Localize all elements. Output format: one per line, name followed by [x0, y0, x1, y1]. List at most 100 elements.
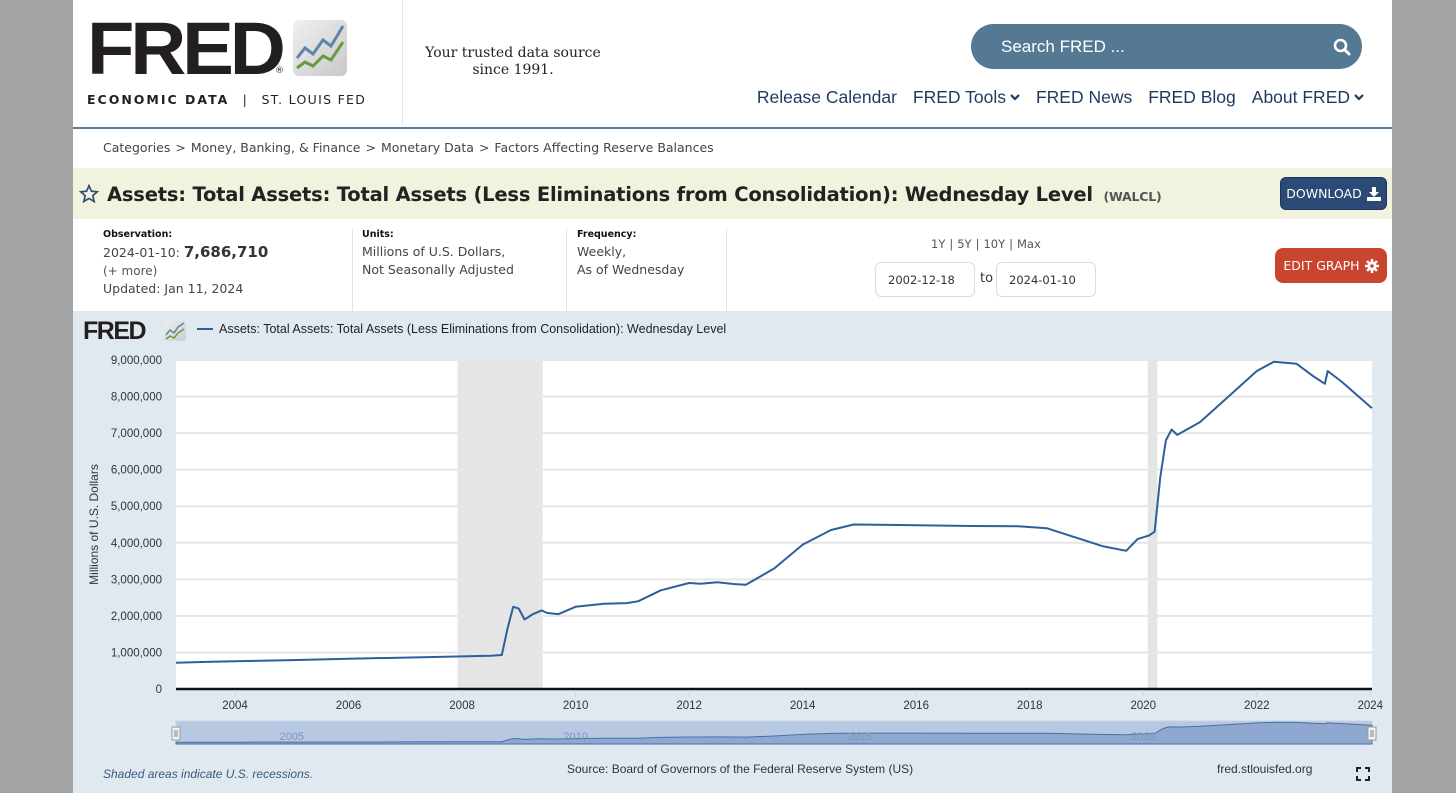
- y-tick-label: 2,000,000: [111, 611, 162, 623]
- start-date-input[interactable]: 2002-12-18: [875, 262, 975, 297]
- frequency-line2: As of Wednesday: [577, 262, 685, 277]
- nav-release-calendar[interactable]: Release Calendar: [757, 87, 897, 108]
- download-label: DOWNLOAD: [1286, 186, 1362, 201]
- page: FRED ® ECONOMIC DATA | ST. LOUIS FED You…: [73, 0, 1392, 793]
- main-nav: Release Calendar FRED Tools FRED News FR…: [757, 87, 1364, 108]
- x-tick-label: 2008: [449, 700, 475, 712]
- chart-site-link[interactable]: fred.stlouisfed.org: [1217, 762, 1312, 776]
- observation-label: Observation:: [103, 229, 173, 240]
- navigator-label: 2010: [563, 731, 587, 743]
- units-line1: Millions of U.S. Dollars,: [362, 244, 506, 259]
- observation-block: Observation: 2024-01-10: 7,686,710 (+ mo…: [103, 229, 353, 311]
- y-axis-title: Millions of U.S. Dollars: [87, 464, 101, 585]
- x-tick-label: 2018: [1017, 700, 1043, 712]
- observation-date: 2024-01-10:: [103, 245, 180, 260]
- frequency-line1: Weekly,: [577, 244, 627, 259]
- breadcrumb: Categories > Money, Banking, & Finance >…: [103, 140, 714, 155]
- x-tick-label: 2020: [1130, 700, 1156, 712]
- nav-fred-blog[interactable]: FRED Blog: [1148, 87, 1236, 108]
- nav-about-fred[interactable]: About FRED: [1252, 87, 1364, 108]
- chevron-down-icon: [1010, 94, 1020, 101]
- range-separator: |: [975, 237, 980, 251]
- breadcrumb-separator: >: [365, 140, 376, 155]
- series-meta: Observation: 2024-01-10: 7,686,710 (+ mo…: [73, 219, 1392, 311]
- range-5y[interactable]: 5Y: [957, 237, 971, 251]
- more-observations-link[interactable]: (+ more): [103, 262, 352, 280]
- page-title: Assets: Total Assets: Total Assets (Less…: [107, 183, 1162, 206]
- y-tick-label: 4,000,000: [111, 538, 162, 550]
- header-divider: [402, 0, 403, 125]
- search-icon[interactable]: [1322, 24, 1362, 69]
- breadcrumb-money-banking[interactable]: Money, Banking, & Finance: [191, 140, 361, 155]
- nav-fred-news[interactable]: FRED News: [1036, 87, 1132, 108]
- navigator-handle-right[interactable]: [1367, 726, 1377, 741]
- y-tick-label: 7,000,000: [111, 428, 162, 440]
- units-label: Units:: [362, 229, 394, 240]
- y-tick-label: 1,000,000: [111, 647, 162, 659]
- observation-line: 2024-01-10: 7,686,710: [103, 243, 352, 262]
- logo-wordmark: FRED: [87, 7, 286, 90]
- breadcrumb-factors-reserve[interactable]: Factors Affecting Reserve Balances: [494, 140, 713, 155]
- fullscreen-icon[interactable]: [1356, 767, 1370, 781]
- logo-subtitle: ECONOMIC DATA | ST. LOUIS FED: [87, 92, 366, 107]
- nav-fred-tools[interactable]: FRED Tools: [913, 87, 1020, 108]
- navigator-label: 2005: [280, 731, 304, 743]
- breadcrumb-monetary-data[interactable]: Monetary Data: [381, 140, 474, 155]
- series-title-bar: Assets: Total Assets: Total Assets (Less…: [73, 168, 1392, 219]
- star-icon[interactable]: [79, 184, 99, 204]
- navigator-label: 2020: [1131, 731, 1155, 743]
- chevron-down-icon: [1354, 94, 1364, 101]
- logo-sub-separator: |: [242, 92, 249, 107]
- range-separator: |: [949, 237, 954, 251]
- end-date-input[interactable]: 2024-01-10: [996, 262, 1096, 297]
- x-tick-label: 2024: [1358, 700, 1384, 712]
- plot-background: [176, 360, 1372, 689]
- fred-logo[interactable]: FRED ® ECONOMIC DATA | ST. LOUIS FED: [87, 7, 387, 114]
- recession-band: [457, 360, 543, 689]
- range-max[interactable]: Max: [1017, 237, 1041, 251]
- y-tick-label: 9,000,000: [111, 355, 162, 367]
- y-tick-label: 0: [156, 684, 162, 696]
- x-tick-label: 2022: [1244, 700, 1270, 712]
- range-selector: 1Y | 5Y | 10Y | Max: [931, 237, 1041, 251]
- edit-graph-button[interactable]: EDIT GRAPH: [1275, 248, 1387, 283]
- tagline: Your trusted data source since 1991.: [413, 45, 613, 79]
- y-tick-label: 6,000,000: [111, 465, 162, 477]
- nav-label: FRED News: [1035, 87, 1133, 107]
- logo-chart-icon: [293, 20, 347, 76]
- y-tick-label: 5,000,000: [111, 501, 162, 513]
- range-1y[interactable]: 1Y: [931, 237, 945, 251]
- chart-source: Source: Board of Governors of the Federa…: [567, 762, 914, 776]
- download-icon: [1366, 186, 1381, 201]
- navigator-handle-left[interactable]: [171, 726, 181, 741]
- x-tick-label: 2004: [222, 700, 248, 712]
- nav-label: FRED Blog: [1148, 87, 1236, 107]
- x-tick-label: 2016: [903, 700, 929, 712]
- y-tick-label: 8,000,000: [111, 392, 162, 404]
- series-id: (WALCL): [1103, 189, 1162, 204]
- edit-graph-label: EDIT GRAPH: [1283, 258, 1360, 273]
- breadcrumb-categories[interactable]: Categories: [103, 140, 170, 155]
- range-10y[interactable]: 10Y: [983, 237, 1005, 251]
- tagline-line2: since 1991.: [472, 62, 554, 78]
- observation-value: 7,686,710: [183, 243, 269, 261]
- y-tick-label: 3,000,000: [111, 574, 162, 586]
- nav-label: About FRED: [1251, 87, 1350, 107]
- breadcrumb-separator: >: [478, 140, 490, 155]
- breadcrumb-separator: >: [175, 140, 186, 155]
- frequency-label: Frequency:: [577, 229, 637, 240]
- x-tick-label: 2014: [790, 700, 816, 712]
- download-button[interactable]: DOWNLOAD: [1280, 177, 1387, 210]
- x-tick-label: 2006: [336, 700, 362, 712]
- to-label: to: [980, 271, 994, 286]
- logo-registered-mark: ®: [275, 66, 284, 76]
- range-separator: |: [1009, 237, 1013, 251]
- search-placeholder: Search FRED ...: [1001, 36, 1125, 56]
- units-line2: Not Seasonally Adjusted: [362, 262, 514, 277]
- search-input[interactable]: Search FRED ...: [971, 24, 1362, 69]
- tagline-line1: Your trusted data source: [425, 45, 601, 61]
- x-tick-label: 2010: [563, 700, 589, 712]
- frequency-block: Frequency: Weekly, As of Wednesday: [577, 229, 727, 311]
- logo-sub-stlouis: ST. LOUIS FED: [261, 92, 367, 107]
- units-block: Units: Millions of U.S. Dollars, Not Sea…: [362, 229, 567, 311]
